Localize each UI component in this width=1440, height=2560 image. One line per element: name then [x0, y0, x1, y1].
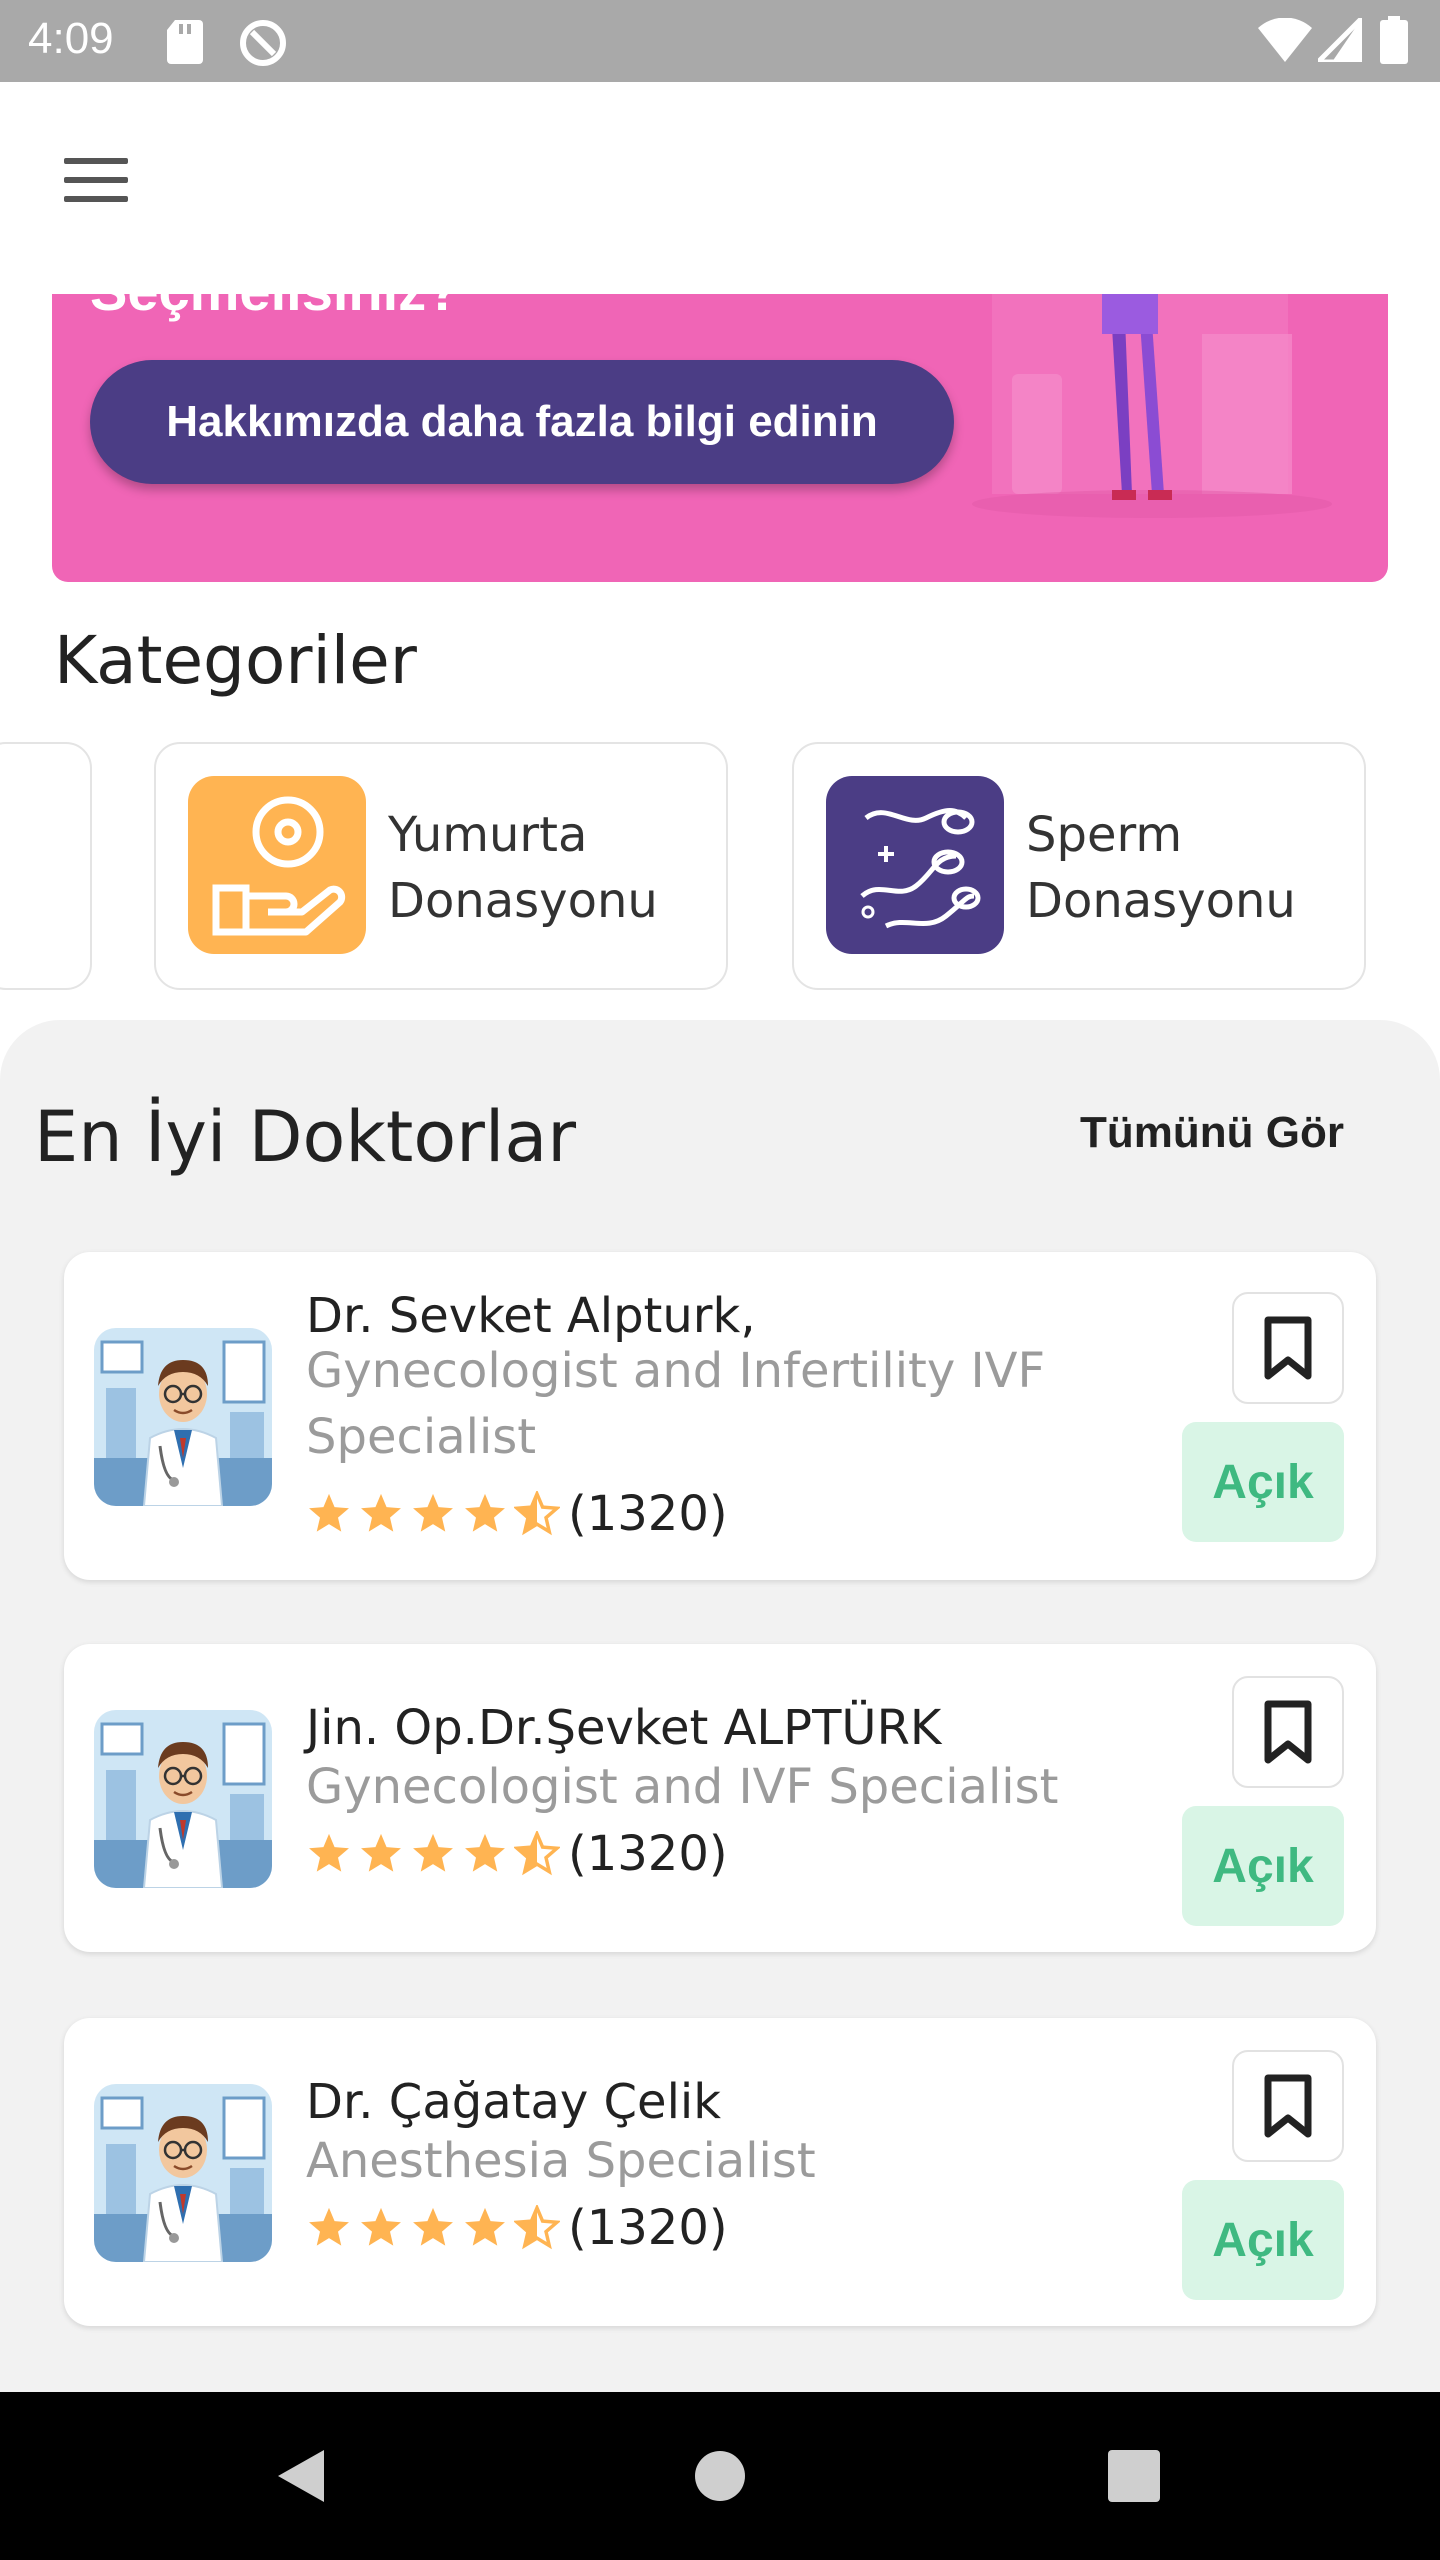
doctor-avatar [94, 1328, 272, 1506]
star-icon [410, 1491, 456, 1537]
category-card-egg-donation[interactable]: Yumurta Donasyonu [154, 742, 728, 990]
bookmark-icon[interactable] [1232, 2050, 1344, 2162]
rating-count: (1320) [568, 1826, 728, 1882]
banner-illustration [972, 294, 1332, 518]
open-status-button[interactable]: Açık [1182, 1806, 1344, 1926]
doctor-card[interactable]: Dr. Sevket Alpturk, Gynecologist and Inf… [64, 1252, 1376, 1580]
category-card-sperm-donation[interactable]: Sperm Donasyonu [792, 742, 1366, 990]
star-icon [462, 1831, 508, 1877]
rating-stars [306, 1491, 566, 1537]
bookmark-icon[interactable] [1232, 1292, 1344, 1404]
top-doctors-section: En İyi Doktorlar Tümünü Gör Dr. Sevket A… [0, 1020, 1440, 2392]
doctor-rating: (1320) [306, 1484, 728, 1544]
doctor-specialty: Gynecologist and Infertility IVF Special… [306, 1343, 1046, 1465]
doctor-card[interactable]: Dr. Çağatay Çelik Anesthesia Specialist … [64, 2018, 1376, 2326]
status-bar: 4:09 [0, 0, 1440, 82]
app-bar [0, 82, 1440, 294]
doctor-avatar [94, 1710, 272, 1888]
egg-donation-icon [188, 776, 366, 954]
doctor-avatar [94, 2084, 272, 2262]
star-icon [410, 1831, 456, 1877]
doctor-name: Jin. Op.Dr.Şevket ALPTÜRK [306, 1700, 942, 1756]
wifi-icon [1258, 17, 1312, 66]
star-half-icon [514, 2205, 560, 2251]
doctor-rating: (1320) [306, 1824, 728, 1884]
battery-icon [1380, 16, 1408, 68]
open-status-button[interactable]: Açık [1182, 1422, 1344, 1542]
sperm-donation-icon [826, 776, 1004, 954]
top-doctors-title: En İyi Doktorlar [34, 1096, 577, 1178]
star-half-icon [514, 1831, 560, 1877]
see-all-link[interactable]: Tümünü Gör [1080, 1108, 1344, 1158]
back-icon[interactable] [274, 2446, 328, 2510]
star-icon [306, 1831, 352, 1877]
category-card-partial[interactable] [0, 742, 92, 990]
star-icon [306, 2205, 352, 2251]
doctor-specialty: Anesthesia Specialist [306, 2133, 816, 2189]
star-icon [358, 2205, 404, 2251]
doctor-card[interactable]: Jin. Op.Dr.Şevket ALPTÜRK Gynecologist a… [64, 1644, 1376, 1952]
recents-icon[interactable] [1108, 2450, 1160, 2506]
doctor-name: Dr. Çağatay Çelik [306, 2074, 722, 2130]
star-icon [306, 1491, 352, 1537]
bookmark-icon[interactable] [1232, 1676, 1344, 1788]
hamburger-menu-icon[interactable] [64, 158, 128, 222]
status-time: 4:09 [28, 14, 114, 63]
rating-stars [306, 1831, 566, 1877]
promo-banner: Seçmelisiniz? Hakkımızda daha fazla bilg… [52, 294, 1388, 582]
sd-card-icon [167, 20, 203, 68]
open-status-button[interactable]: Açık [1182, 2180, 1344, 2300]
home-icon[interactable] [694, 2450, 746, 2506]
categories-title: Kategoriler [54, 622, 417, 699]
rating-count: (1320) [568, 1486, 728, 1542]
banner-title: Seçmelisiniz? [90, 294, 460, 323]
sync-icon [238, 18, 288, 72]
star-half-icon [514, 1491, 560, 1537]
rating-stars [306, 2205, 566, 2251]
rating-count: (1320) [568, 2200, 728, 2256]
learn-more-button[interactable]: Hakkımızda daha fazla bilgi edinin [90, 360, 954, 484]
system-nav-bar [0, 2392, 1440, 2560]
star-icon [358, 1491, 404, 1537]
category-label: Yumurta Donasyonu [388, 807, 658, 929]
category-label: Sperm Donasyonu [1026, 807, 1296, 929]
star-icon [410, 2205, 456, 2251]
star-icon [462, 1491, 508, 1537]
star-icon [358, 1831, 404, 1877]
doctor-rating: (1320) [306, 2198, 728, 2258]
doctor-specialty: Gynecologist and IVF Specialist [306, 1759, 1059, 1815]
cellular-icon [1311, 11, 1365, 66]
star-icon [462, 2205, 508, 2251]
doctor-name: Dr. Sevket Alpturk, [306, 1288, 756, 1344]
